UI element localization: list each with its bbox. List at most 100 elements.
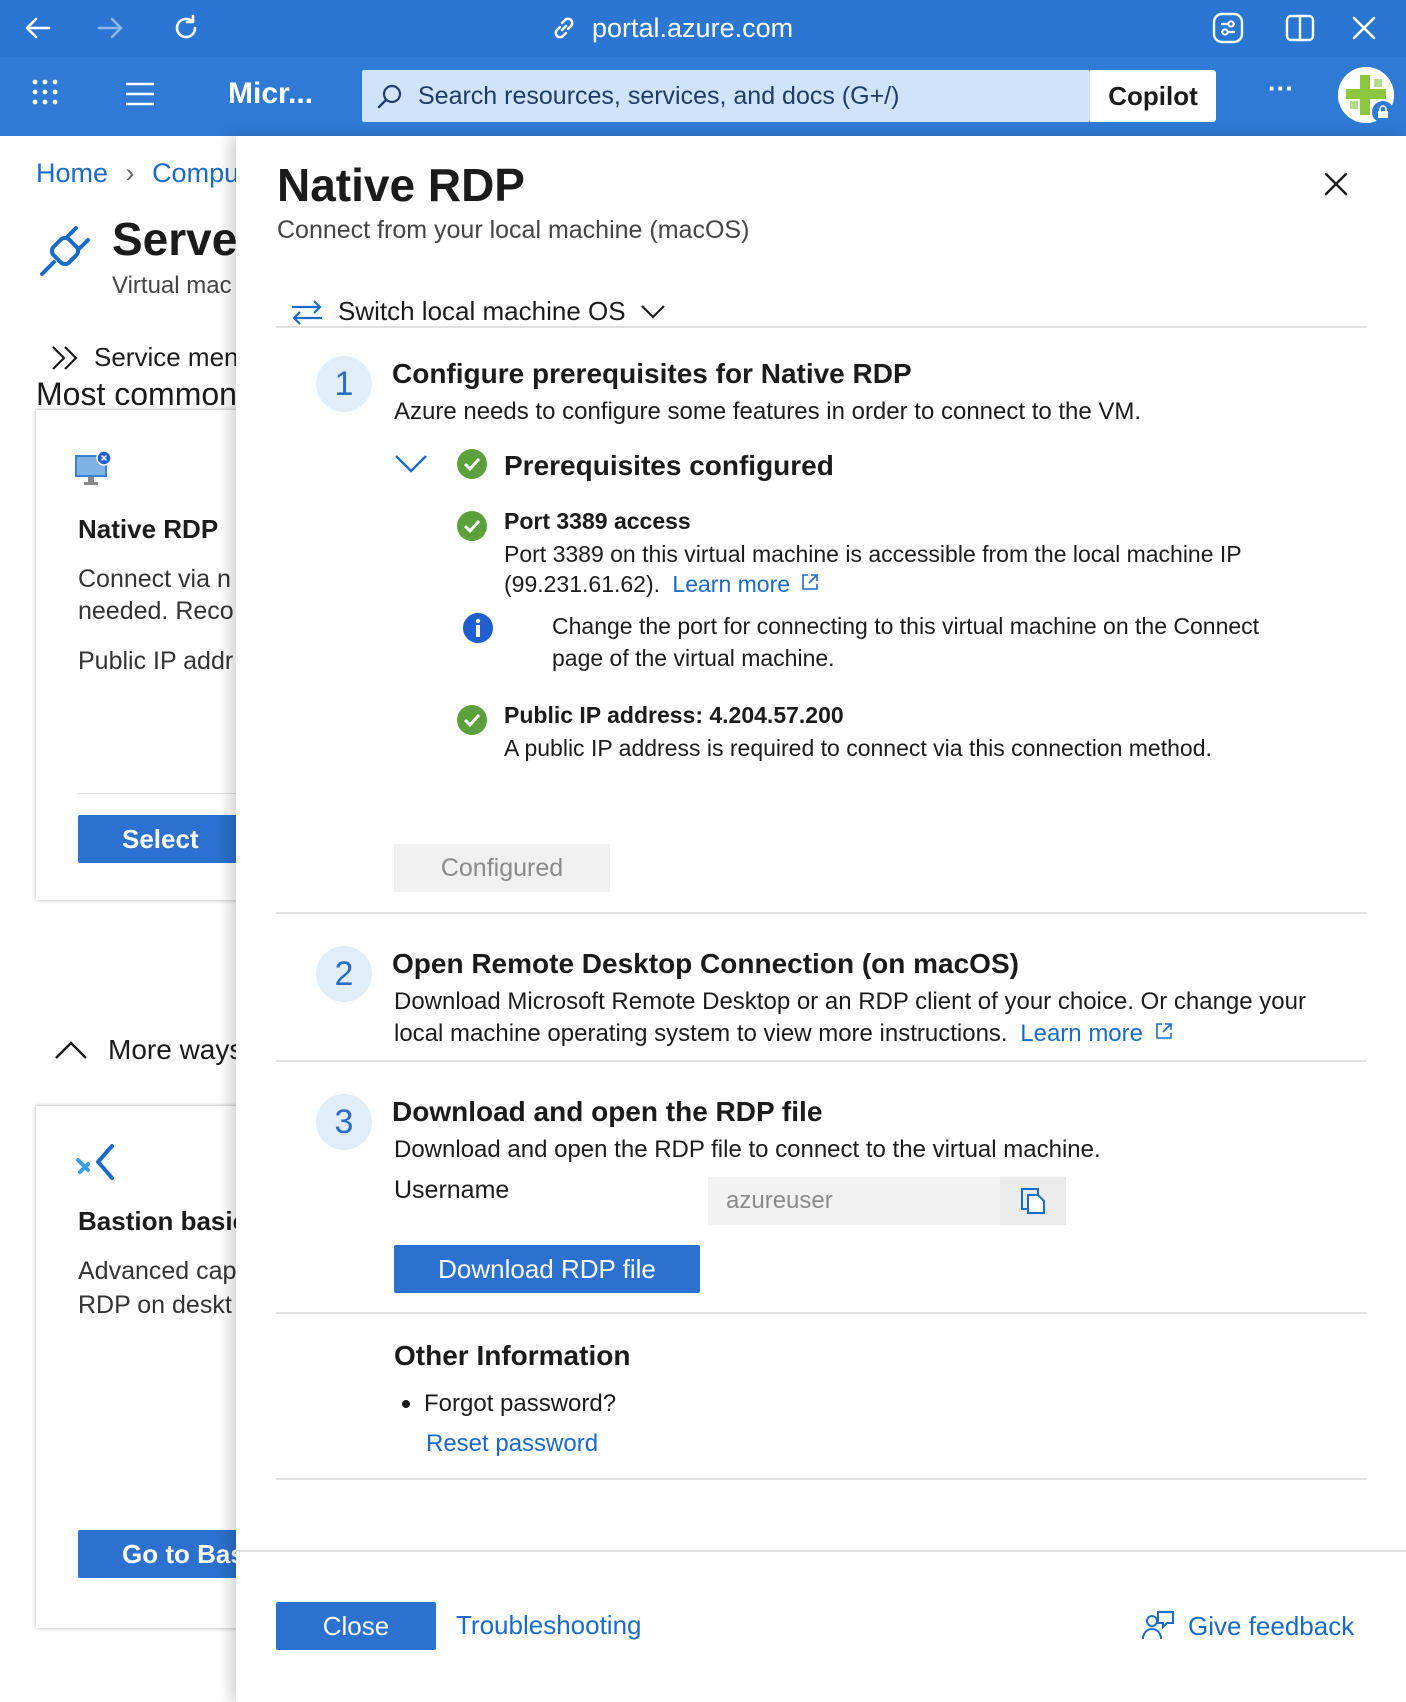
chevron-right-icon: › xyxy=(125,158,135,188)
search-icon xyxy=(377,84,402,109)
switch-os-dropdown[interactable]: Switch local machine OS xyxy=(290,296,666,327)
switch-arrows-icon xyxy=(292,299,322,325)
close-window-icon[interactable] xyxy=(1346,10,1382,46)
card-text: RDP on deskt xyxy=(78,1291,232,1319)
step-number-badge: 1 xyxy=(316,356,372,412)
double-chevron-right-icon xyxy=(52,345,78,370)
step2-description: Download Microsoft Remote Desktop or an … xyxy=(394,986,1306,1050)
configured-button[interactable]: Configured xyxy=(394,844,610,892)
step2-text: Download Microsoft Remote Desktop or an … xyxy=(394,988,1306,1015)
divider xyxy=(276,1478,1366,1480)
link-icon xyxy=(554,17,574,39)
page-subtitle: Virtual mac xyxy=(112,272,232,299)
divider xyxy=(276,912,1366,914)
port-access-title: Port 3389 access xyxy=(504,508,691,534)
url-text: portal.azure.com xyxy=(592,12,794,43)
go-to-bastion-button[interactable]: Go to Bast xyxy=(78,1530,240,1578)
breadcrumb-compute[interactable]: Compu xyxy=(152,158,239,188)
native-rdp-panel: Native RDP Connect from your local machi… xyxy=(236,136,1406,1702)
more-ways-label: More ways xyxy=(108,1034,240,1065)
card-title: Bastion basic xyxy=(78,1206,240,1236)
copy-button[interactable] xyxy=(1000,1177,1066,1225)
other-info-heading: Other Information xyxy=(394,1340,631,1371)
plug-icon xyxy=(36,222,94,285)
give-feedback-link[interactable]: Give feedback xyxy=(1140,1602,1354,1650)
footer-divider xyxy=(236,1550,1406,1552)
bastion-card: Bastion basic Advanced cap RDP on deskt … xyxy=(36,1106,240,1628)
more-options-icon[interactable]: ··· xyxy=(1268,73,1294,104)
troubleshooting-link[interactable]: Troubleshooting xyxy=(456,1610,642,1641)
background-page: Home › Compu Serve Virtual mac Service m… xyxy=(0,136,240,1702)
check-circle-icon xyxy=(457,449,487,479)
lock-icon xyxy=(1372,101,1394,123)
card-title: Native RDP xyxy=(78,514,219,544)
chevron-up-icon xyxy=(55,1041,87,1059)
local-ip-text: (99.231.61.62). xyxy=(504,571,661,597)
public-ip-title: Public IP address: 4.204.57.200 xyxy=(504,702,844,728)
back-icon[interactable] xyxy=(20,10,56,46)
step2-text-line2: local machine operating system to view m… xyxy=(394,1018,1306,1050)
list-item: Forgot password? xyxy=(402,1390,616,1418)
forgot-password-text: Forgot password? xyxy=(424,1390,617,1417)
check-circle-icon xyxy=(457,511,487,541)
card-text: needed. Reco xyxy=(78,597,234,625)
card-text: Advanced cap xyxy=(78,1257,237,1285)
info-icon xyxy=(463,613,493,643)
bastion-icon xyxy=(72,1140,118,1191)
bullet-dot xyxy=(402,1400,410,1408)
port-info-text: Change the port for connecting to this v… xyxy=(552,610,1259,674)
username-label: Username xyxy=(394,1176,510,1204)
username-field[interactable] xyxy=(708,1177,1000,1225)
learn-more-link[interactable]: Learn more xyxy=(672,571,790,597)
step3-title: Download and open the RDP file xyxy=(392,1096,823,1127)
learn-more-link[interactable]: Learn more xyxy=(1020,1020,1143,1047)
brand-label[interactable]: Micr... xyxy=(228,77,313,111)
card-text: Public IP addr xyxy=(78,647,234,675)
browser-toolbar: portal.azure.com xyxy=(0,0,1406,57)
divider xyxy=(78,793,240,794)
divider xyxy=(276,1312,1366,1314)
copilot-label: Copilot xyxy=(1108,80,1198,111)
reset-password-link[interactable]: Reset password xyxy=(426,1430,598,1458)
switch-os-label: Switch local machine OS xyxy=(338,296,626,326)
select-button[interactable]: Select xyxy=(78,815,240,863)
chevron-down-icon xyxy=(640,304,665,319)
step1-description: Azure needs to configure some features i… xyxy=(394,398,1142,425)
service-menu-toggle[interactable]: Service men xyxy=(50,342,239,373)
step-number-badge: 2 xyxy=(316,946,372,1002)
external-link-icon xyxy=(802,574,819,590)
panel-subtitle: Connect from your local machine (macOS) xyxy=(277,216,750,244)
port-info-line: page of the virtual machine. xyxy=(552,645,835,671)
port-access-text-line2: (99.231.61.62). Learn more xyxy=(504,568,820,600)
page-title: Serve xyxy=(112,213,238,265)
service-menu-label: Service men xyxy=(94,342,239,372)
settings-sliders-icon[interactable] xyxy=(1210,10,1246,46)
native-rdp-card: Native RDP Connect via n needed. Reco Pu… xyxy=(36,410,240,900)
copilot-button[interactable]: Copilot xyxy=(1090,70,1216,122)
panel-title: Native RDP xyxy=(277,159,525,211)
copy-icon xyxy=(1021,1188,1045,1214)
give-feedback-label: Give feedback xyxy=(1188,1610,1355,1641)
port-info-line: Change the port for connecting to this v… xyxy=(552,613,1260,639)
step1-title: Configure prerequisites for Native RDP xyxy=(392,358,912,389)
close-button[interactable]: Close xyxy=(276,1602,436,1650)
forward-icon[interactable] xyxy=(92,10,128,46)
external-link-icon xyxy=(1155,1023,1172,1039)
feedback-icon xyxy=(1142,1611,1174,1640)
collapse-chevron-icon[interactable] xyxy=(394,454,428,479)
more-ways-toggle[interactable]: More ways xyxy=(54,1034,240,1066)
public-ip-text: A public IP address is required to conne… xyxy=(504,735,1212,761)
prerequisites-heading: Prerequisites configured xyxy=(504,450,834,481)
download-rdp-button[interactable]: Download RDP file xyxy=(394,1245,700,1293)
breadcrumb-home[interactable]: Home xyxy=(36,158,108,188)
divider xyxy=(276,326,1366,328)
search-input[interactable]: Search resources, services, and docs (G+… xyxy=(362,70,1090,122)
app-launcher-icon[interactable] xyxy=(30,77,60,112)
address-bar[interactable]: portal.azure.com xyxy=(550,8,793,48)
divider xyxy=(276,1060,1366,1062)
hamburger-menu-icon[interactable] xyxy=(124,81,156,112)
reload-icon[interactable] xyxy=(168,10,204,46)
split-view-icon[interactable] xyxy=(1282,10,1318,46)
close-icon[interactable] xyxy=(1318,166,1354,202)
port-access-text: Port 3389 on this virtual machine is acc… xyxy=(504,541,1242,567)
